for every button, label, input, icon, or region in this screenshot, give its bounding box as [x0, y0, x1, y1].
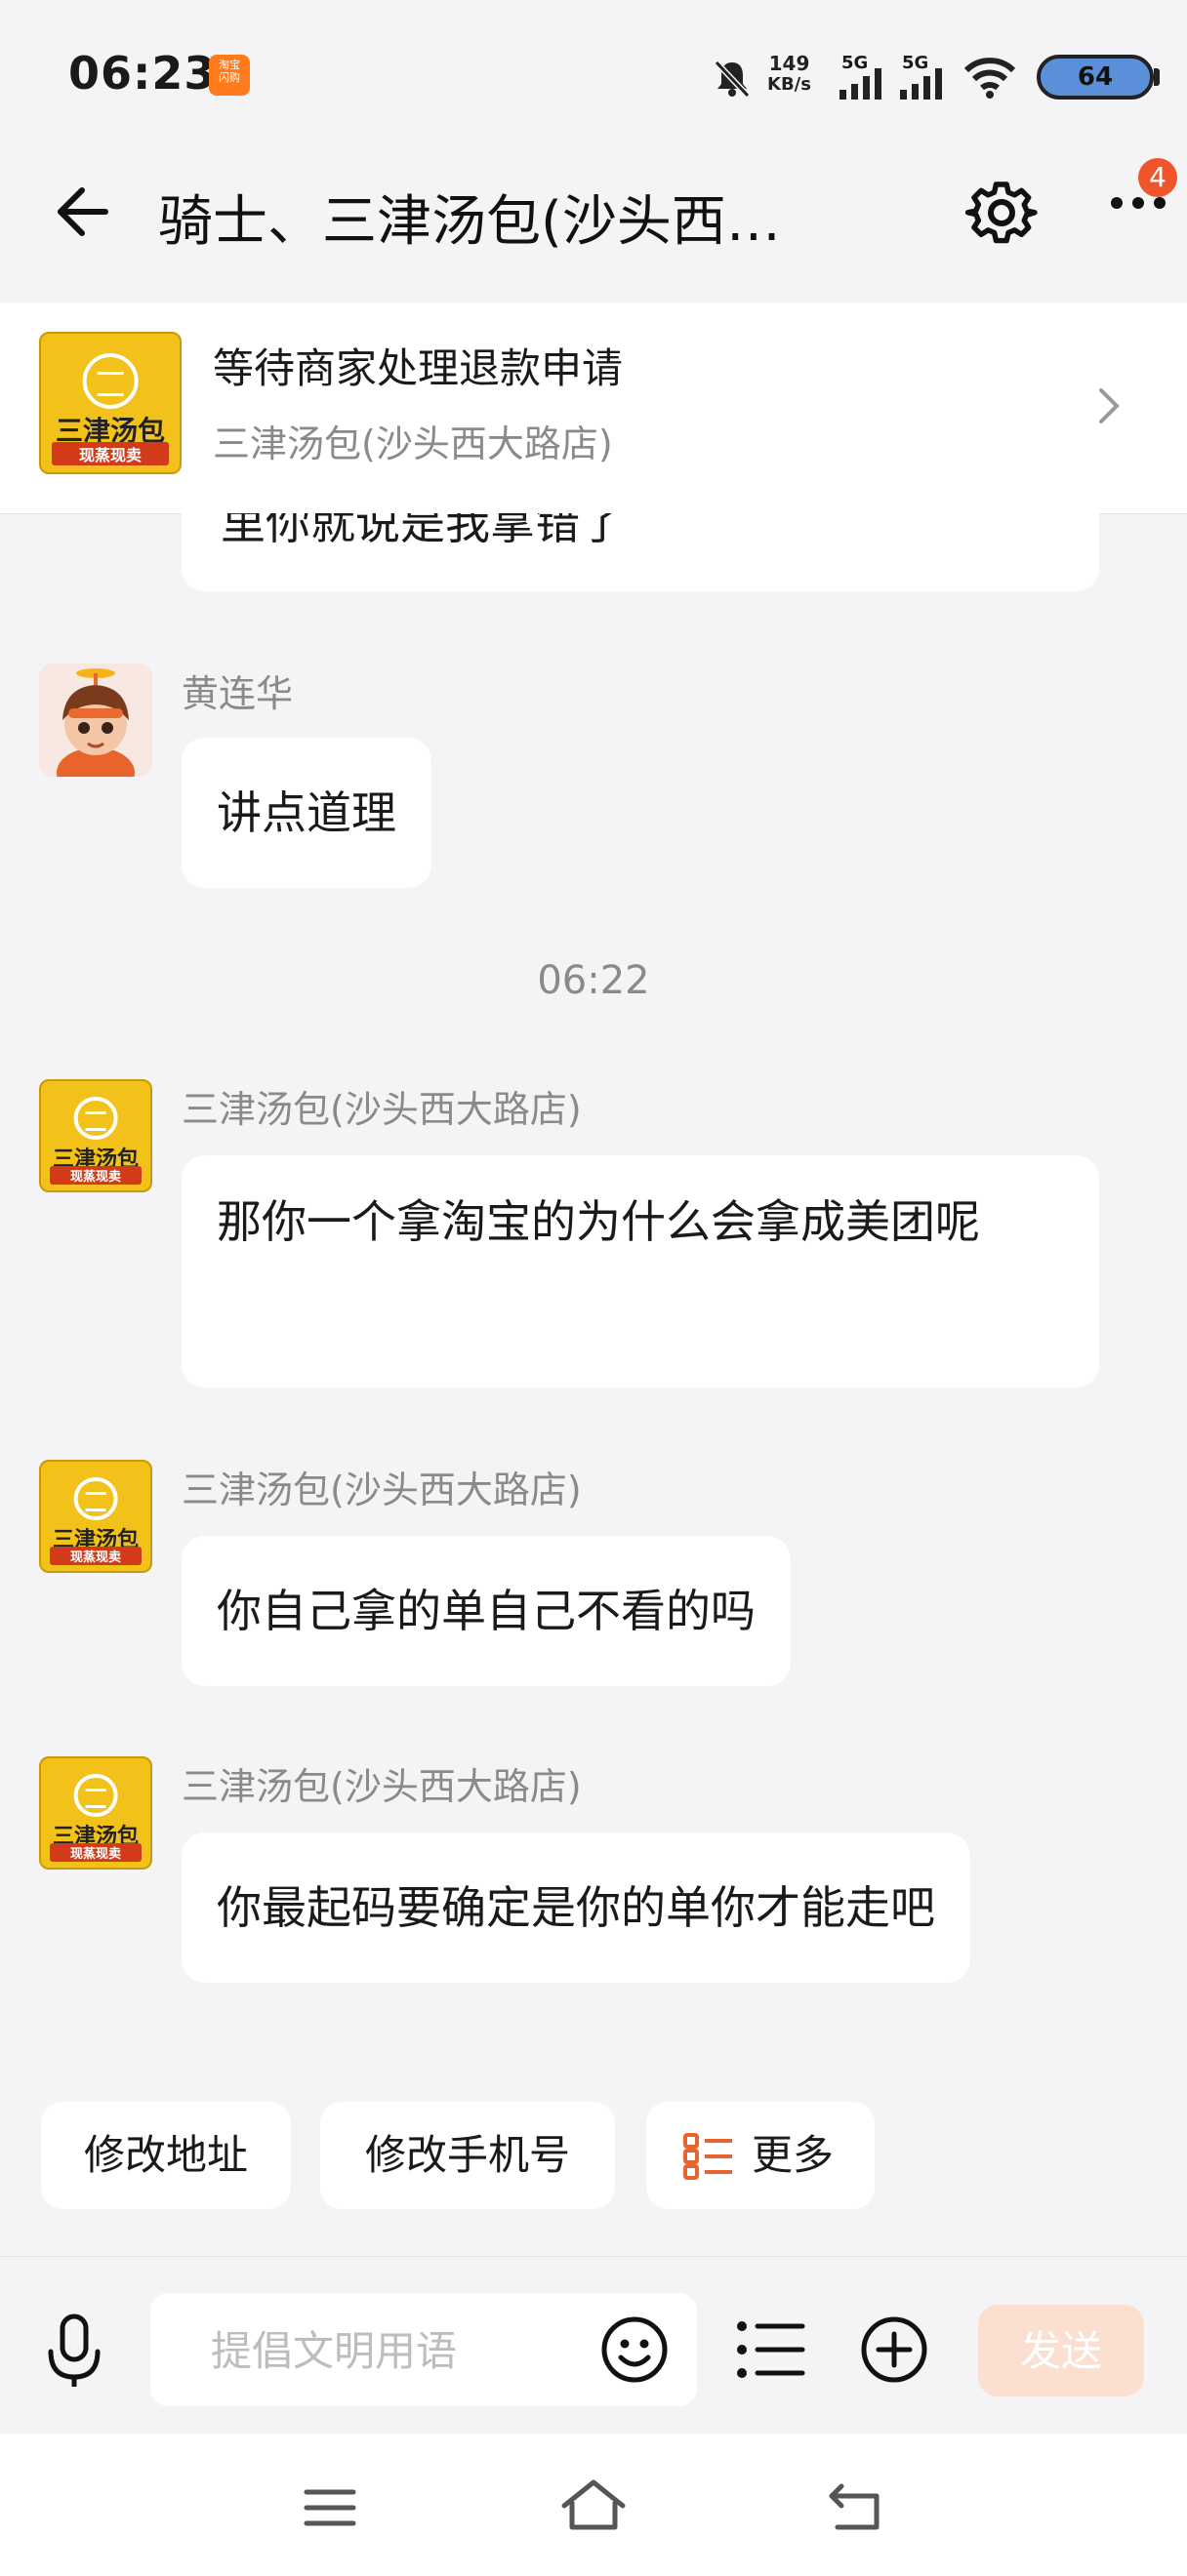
- net-speed-unit: KB/s: [767, 74, 811, 95]
- taobao-shangou-icon: 淘宝 闪购: [209, 55, 250, 96]
- microphone-icon[interactable]: [43, 2313, 105, 2391]
- gear-icon[interactable]: [964, 176, 1039, 250]
- message-bubble[interactable]: 里你就说是我拿错了: [182, 513, 1099, 591]
- sender-name: 黄连华: [182, 672, 294, 715]
- wifi-icon: [963, 58, 1016, 99]
- edit-phone-button[interactable]: 修改手机号: [320, 2102, 615, 2209]
- sender-name: 三津汤包(沙头西大路店): [182, 1088, 582, 1131]
- chevron-right-icon: [1099, 388, 1120, 423]
- message-timestamp: 06:22: [537, 958, 650, 1003]
- store-logo: 三津汤包 现蒸现卖: [39, 332, 182, 474]
- send-button[interactable]: 发送: [978, 2305, 1144, 2396]
- message-text: 讲点道理: [217, 786, 396, 839]
- message-bubble[interactable]: 你自己拿的单自己不看的吗: [182, 1536, 791, 1686]
- message-input[interactable]: [209, 2293, 642, 2408]
- message-bubble[interactable]: 你最起码要确定是你的单你才能走吧: [182, 1832, 970, 1983]
- list-icon: [683, 2133, 732, 2180]
- chat-title: 骑士、三津汤包(沙头西…: [158, 190, 781, 254]
- back-nav-icon[interactable]: [826, 2480, 884, 2533]
- message-text: 里你就说是我拿错了: [221, 513, 625, 549]
- edit-address-button[interactable]: 修改地址: [41, 2102, 291, 2209]
- sender-name: 三津汤包(沙头西大路店): [182, 1765, 582, 1808]
- store-name: 三津汤包(沙头西大路店): [213, 423, 613, 465]
- net-speed-value: 149: [768, 52, 810, 75]
- battery-indicator: 64: [1037, 55, 1154, 100]
- message-bubble[interactable]: 那你一个拿淘宝的为什么会拿成美团呢: [182, 1155, 1099, 1388]
- add-plus-icon[interactable]: [859, 2314, 929, 2385]
- battery-tip: [1154, 68, 1160, 86]
- message-bubble[interactable]: 讲点道理: [182, 738, 431, 888]
- rider-avatar-icon: [39, 664, 152, 777]
- battery-level: 64: [1077, 62, 1114, 92]
- more-icon[interactable]: [1109, 195, 1167, 211]
- signal-2-icon: [900, 68, 942, 100]
- message-text: 那你一个拿淘宝的为什么会拿成美团呢: [217, 1195, 980, 1248]
- emoji-icon[interactable]: [599, 2314, 670, 2385]
- menu-list-icon[interactable]: [736, 2320, 806, 2379]
- signal-1-icon: [839, 68, 881, 100]
- message-text: 你自己拿的单自己不看的吗: [217, 1585, 756, 1637]
- avatar[interactable]: 三津汤包 现蒸现卖: [39, 1460, 152, 1573]
- more-actions-label: 更多: [752, 2131, 835, 2179]
- sender-name: 三津汤包(沙头西大路店): [182, 1469, 582, 1511]
- status-time: 06:23: [68, 47, 217, 100]
- back-arrow-icon[interactable]: [49, 181, 111, 243]
- refund-status-title: 等待商家处理退款申请: [213, 344, 624, 392]
- unread-badge: 4: [1138, 158, 1177, 197]
- message-text: 你最起码要确定是你的单你才能走吧: [217, 1881, 935, 1934]
- recent-apps-icon[interactable]: [303, 2486, 357, 2529]
- mute-bell-icon: [714, 60, 751, 99]
- avatar[interactable]: 三津汤包 现蒸现卖: [39, 1079, 152, 1192]
- more-actions-button[interactable]: 更多: [646, 2102, 875, 2209]
- avatar[interactable]: [39, 664, 152, 777]
- avatar[interactable]: 三津汤包 现蒸现卖: [39, 1756, 152, 1870]
- home-icon[interactable]: [560, 2478, 627, 2533]
- net-speed: 149 KB/s: [767, 53, 811, 96]
